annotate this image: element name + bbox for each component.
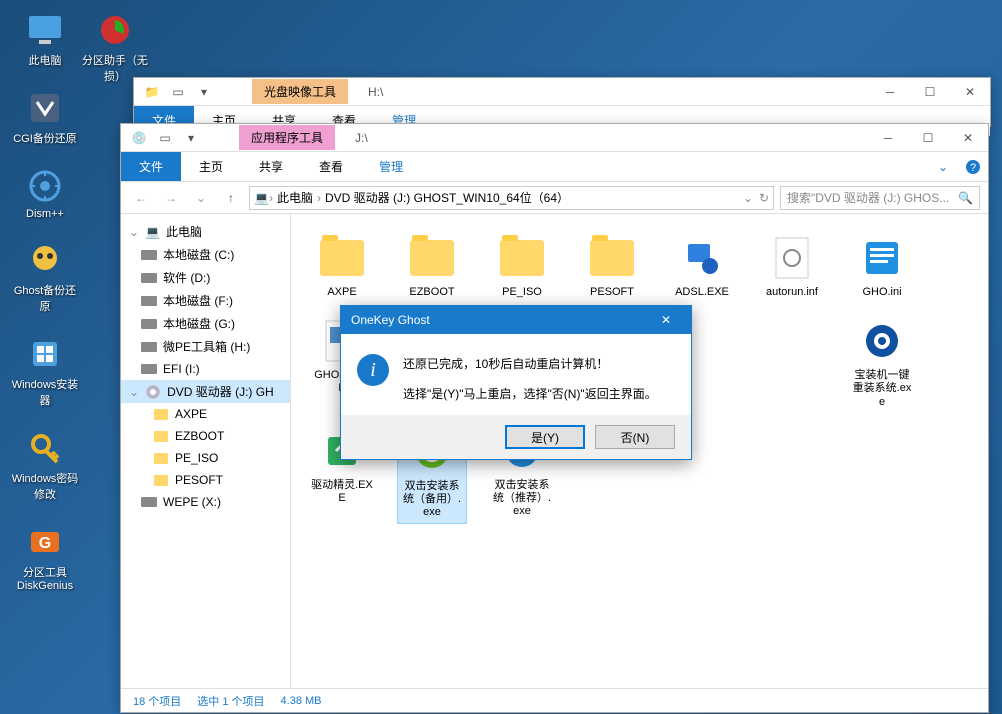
nav-forward-button[interactable]: → bbox=[159, 186, 183, 210]
info-icon: i bbox=[357, 354, 389, 386]
file-onekey-install-exe[interactable]: 宝装机一键重装系统.exe bbox=[847, 313, 917, 413]
qat-new[interactable]: ▾ bbox=[181, 128, 201, 148]
nav-drive-h[interactable]: 微PE工具箱 (H:) bbox=[121, 335, 290, 358]
file-autorun-inf[interactable]: autorun.inf bbox=[757, 230, 827, 303]
ribbon-tab-home[interactable]: 主页 bbox=[181, 152, 241, 181]
nav-drive-f[interactable]: 本地磁盘 (F:) bbox=[121, 289, 290, 312]
close-button[interactable]: ✕ bbox=[950, 78, 990, 106]
desktop-icon-this-pc[interactable]: 此电脑 bbox=[10, 10, 80, 68]
context-tab-app-tools[interactable]: 应用程序工具 bbox=[239, 125, 335, 150]
nav-back-button[interactable]: ← bbox=[129, 186, 153, 210]
status-selected-count: 选中 1 个项目 bbox=[197, 693, 264, 709]
explorer-window-h: 📁 ▭ ▾ 光盘映像工具 H:\ ─ ☐ ✕ 文件 主页 共享 查看 管理 bbox=[133, 77, 991, 127]
ribbon-tab-file[interactable]: 文件 bbox=[121, 152, 181, 181]
ribbon-expand[interactable]: ⌄ bbox=[928, 152, 958, 181]
file-gho-ini[interactable]: GHO.ini bbox=[847, 230, 917, 303]
nav-recent-button[interactable]: ⌄ bbox=[189, 186, 213, 210]
folder-peiso[interactable]: PE_ISO bbox=[487, 230, 557, 303]
nav-drive-g[interactable]: 本地磁盘 (G:) bbox=[121, 312, 290, 335]
nav-drive-d[interactable]: 软件 (D:) bbox=[121, 266, 290, 289]
ribbon-tab-share[interactable]: 共享 bbox=[241, 152, 301, 181]
svg-text:?: ? bbox=[970, 162, 976, 174]
address-dropdown[interactable]: ⌄ bbox=[743, 191, 753, 205]
window-title: J:\ bbox=[355, 131, 368, 145]
refresh-button[interactable]: ↻ bbox=[759, 191, 769, 205]
nav-drive-c[interactable]: 本地磁盘 (C:) bbox=[121, 243, 290, 266]
dialog-yes-button[interactable]: 是(Y) bbox=[505, 425, 585, 449]
address-bar[interactable]: 💻 › 此电脑 › DVD 驱动器 (J:) GHOST_WIN10_64位（6… bbox=[249, 186, 774, 210]
search-input[interactable]: 搜索"DVD 驱动器 (J:) GHOS... 🔍 bbox=[780, 186, 980, 210]
pc-icon: 💻 bbox=[145, 225, 160, 239]
folder-ezboot[interactable]: EZBOOT bbox=[397, 230, 467, 303]
search-icon: 🔍 bbox=[958, 191, 973, 205]
help-button[interactable]: ? bbox=[958, 152, 988, 181]
desktop-icon-cgi-backup[interactable]: CGI备份还原 bbox=[10, 88, 80, 146]
desktop-icon-win-installer[interactable]: Windows安装器 bbox=[10, 334, 80, 408]
window-title: H:\ bbox=[368, 85, 383, 99]
status-bar: 18 个项目 选中 1 个项目 4.38 MB bbox=[121, 688, 988, 712]
nav-folder-peiso[interactable]: PE_ISO bbox=[121, 447, 290, 469]
desktop-icon-diskgenius[interactable]: G 分区工具DiskGenius bbox=[10, 522, 80, 592]
nav-drive-x[interactable]: WEPE (X:) bbox=[121, 491, 290, 513]
qat-properties[interactable]: ▭ bbox=[168, 82, 188, 102]
onekey-ghost-dialog: OneKey Ghost ✕ i 还原已完成，10秒后自动重启计算机！ 选择"是… bbox=[340, 305, 692, 460]
svg-text:G: G bbox=[39, 535, 51, 552]
status-item-count: 18 个项目 bbox=[133, 693, 181, 709]
desktop-icon-ghost-backup[interactable]: Ghost备份还原 bbox=[10, 240, 80, 314]
close-button[interactable]: ✕ bbox=[948, 124, 988, 152]
nav-drive-j-dvd[interactable]: ⌄DVD 驱动器 (J:) GH bbox=[121, 380, 290, 403]
nav-drive-i[interactable]: EFI (I:) bbox=[121, 358, 290, 380]
app-icon: 💿 bbox=[129, 128, 149, 148]
nav-folder-pesoft[interactable]: PESOFT bbox=[121, 469, 290, 491]
nav-folder-axpe[interactable]: AXPE bbox=[121, 403, 290, 425]
app-icon: 📁 bbox=[142, 82, 162, 102]
ribbon-tab-manage[interactable]: 管理 bbox=[361, 152, 421, 181]
pc-icon: 💻 bbox=[254, 191, 269, 205]
chevron-down-icon: ⌄ bbox=[129, 225, 139, 239]
file-adsl-exe[interactable]: ADSL.EXE bbox=[667, 230, 737, 303]
dialog-message-line2: 选择"是(Y)"马上重启，选择"否(N)"返回主界面。 bbox=[403, 384, 657, 406]
ribbon-tab-view[interactable]: 查看 bbox=[301, 152, 361, 181]
qat-properties[interactable]: ▭ bbox=[155, 128, 175, 148]
maximize-button[interactable]: ☐ bbox=[908, 124, 948, 152]
status-size: 4.38 MB bbox=[281, 695, 322, 707]
nav-up-button[interactable]: ↑ bbox=[219, 186, 243, 210]
dialog-no-button[interactable]: 否(N) bbox=[595, 425, 675, 449]
minimize-button[interactable]: ─ bbox=[868, 124, 908, 152]
desktop-icon-dism[interactable]: Dism++ bbox=[10, 166, 80, 220]
folder-pesoft[interactable]: PESOFT bbox=[577, 230, 647, 303]
desktop-icon-win-passwd[interactable]: Windows密码修改 bbox=[10, 428, 80, 502]
dialog-title: OneKey Ghost bbox=[351, 313, 430, 327]
minimize-button[interactable]: ─ bbox=[870, 78, 910, 106]
qat-new[interactable]: ▾ bbox=[194, 82, 214, 102]
navigation-pane: ⌄ 💻 此电脑 本地磁盘 (C:) 软件 (D:) 本地磁盘 (F:) 本地磁盘… bbox=[121, 214, 291, 688]
folder-axpe[interactable]: AXPE bbox=[307, 230, 377, 303]
context-tab-disc-image[interactable]: 光盘映像工具 bbox=[252, 79, 348, 104]
dialog-close-button[interactable]: ✕ bbox=[651, 313, 681, 327]
nav-folder-ezboot[interactable]: EZBOOT bbox=[121, 425, 290, 447]
desktop-icon-partition-assist[interactable]: 分区助手（无损） bbox=[80, 10, 150, 84]
dialog-message-line1: 还原已完成，10秒后自动重启计算机！ bbox=[403, 354, 657, 376]
maximize-button[interactable]: ☐ bbox=[910, 78, 950, 106]
nav-this-pc[interactable]: ⌄ 💻 此电脑 bbox=[121, 220, 290, 243]
